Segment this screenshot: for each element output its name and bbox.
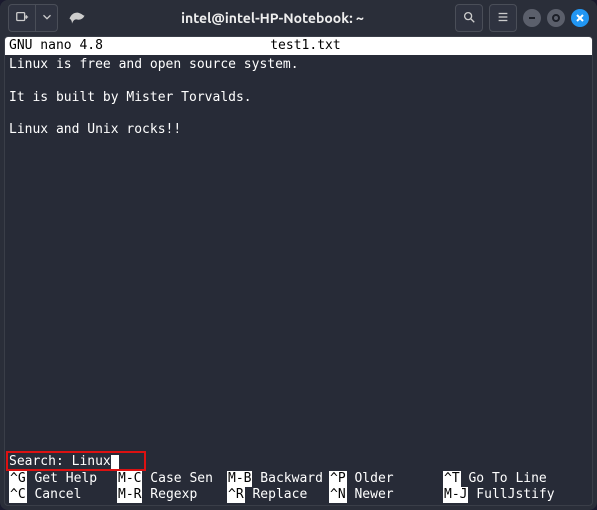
window-title: intel@intel-HP-Notebook: ~ [96, 10, 449, 26]
shortcut-desc: Case Sen [142, 471, 212, 487]
new-tab-button[interactable] [8, 4, 36, 32]
text-cursor [111, 455, 119, 469]
help-shortcut: M-R Regexp [117, 487, 227, 503]
shortcut-desc: Regexp [142, 487, 212, 503]
shortcut-desc: Older [347, 471, 425, 487]
minimize-icon [527, 10, 537, 26]
new-tab-icon [15, 10, 29, 27]
search-input[interactable]: Linux [72, 454, 111, 469]
shortcut-key: M-J [443, 487, 468, 503]
help-shortcut: ^R Replace [227, 487, 329, 503]
editor-content[interactable]: Linux is free and open source system. It… [5, 55, 592, 454]
menu-button[interactable] [489, 4, 517, 32]
titlebar: intel@intel-HP-Notebook: ~ [0, 0, 597, 36]
search-icon [462, 10, 476, 27]
shortcut-key: ^T [443, 471, 461, 487]
shortcut-desc: Cancel [27, 487, 105, 503]
help-shortcut: ^C Cancel [9, 487, 117, 503]
close-button[interactable] [571, 9, 589, 27]
maximize-button[interactable] [547, 9, 565, 27]
terminal-window: intel@intel-HP-Notebook: ~ [0, 0, 597, 510]
new-tab-dropdown[interactable] [36, 4, 58, 32]
maximize-icon [551, 10, 561, 26]
terminal-area[interactable]: GNU nano 4.8 test1.txt Linux is free and… [4, 36, 593, 506]
nano-version: GNU nano 4.8 [9, 38, 103, 54]
shortcut-desc: FullJstify [468, 487, 554, 503]
help-row-1: ^G Get Help M-C Case SenM-B Backward^P O… [9, 471, 588, 487]
search-prompt-label: Search: [9, 454, 72, 469]
shortcut-desc: Newer [347, 487, 425, 503]
close-icon [575, 10, 585, 26]
kali-logo [64, 5, 90, 31]
shortcut-key: ^G [9, 471, 27, 487]
shortcut-key: M-B [227, 471, 252, 487]
help-shortcut: ^N Newer [329, 487, 443, 503]
kali-dragon-icon [67, 7, 87, 30]
titlebar-right [455, 4, 589, 32]
shortcut-key: M-C [117, 471, 142, 487]
shortcut-key: ^P [329, 471, 347, 487]
nano-header: GNU nano 4.8 test1.txt [5, 37, 592, 55]
hamburger-icon [496, 10, 510, 27]
nano-help-bar: ^G Get Help M-C Case SenM-B Backward^P O… [5, 471, 592, 506]
shortcut-key: M-R [117, 487, 142, 503]
search-prompt-row[interactable]: Search: Linux [5, 454, 592, 470]
help-shortcut: M-J FullJstify [443, 487, 555, 503]
help-shortcut: ^T Go To Line [443, 471, 547, 487]
shortcut-desc: Replace [245, 487, 315, 503]
titlebar-left [8, 4, 90, 32]
shortcut-key: ^C [9, 487, 27, 503]
shortcut-desc: Go To Line [461, 471, 547, 487]
help-shortcut: ^G Get Help [9, 471, 117, 487]
help-shortcut: M-B Backward [227, 471, 329, 487]
shortcut-key: ^R [227, 487, 245, 503]
shortcut-key: ^N [329, 487, 347, 503]
shortcut-desc: Backward [252, 471, 322, 487]
shortcut-desc: Get Help [27, 471, 105, 487]
minimize-button[interactable] [523, 9, 541, 27]
help-shortcut: M-C Case Sen [117, 471, 227, 487]
help-row-2: ^C Cancel M-R Regexp ^R Replace ^N Newer… [9, 487, 588, 503]
search-button[interactable] [455, 4, 483, 32]
nano-filename: test1.txt [103, 38, 588, 54]
chevron-down-icon [40, 10, 54, 27]
help-shortcut: ^P Older [329, 471, 443, 487]
